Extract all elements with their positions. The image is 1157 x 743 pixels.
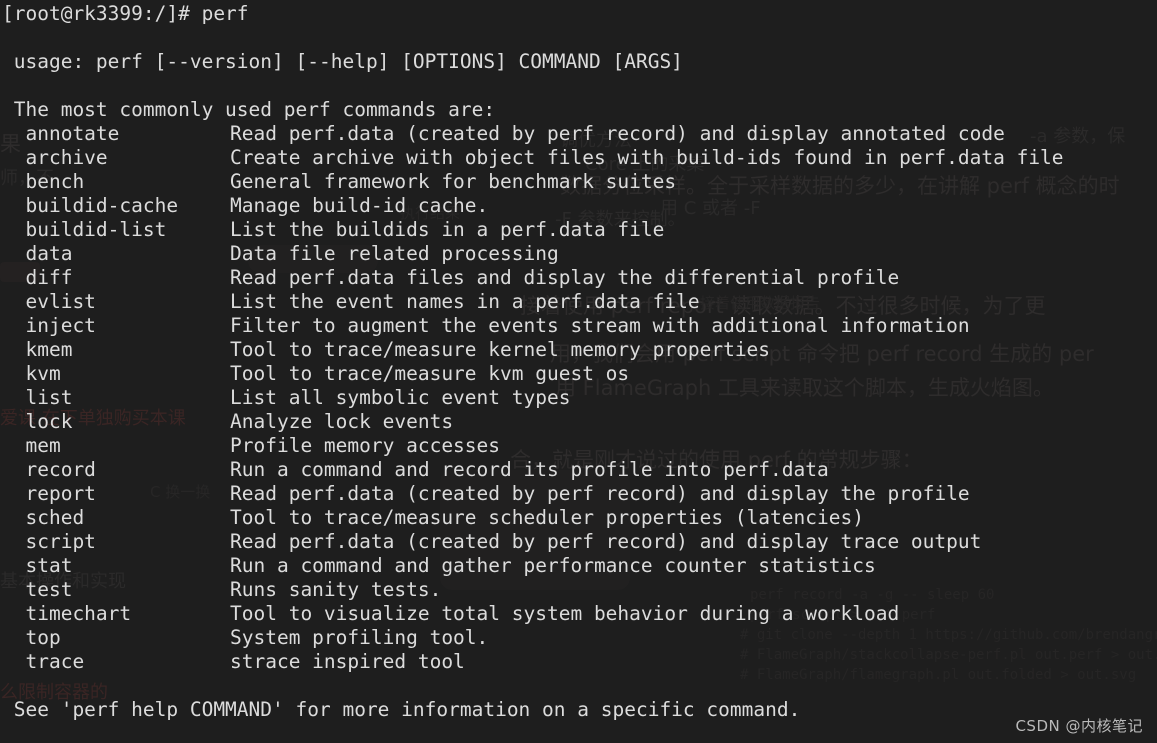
command-name: annotate (2, 122, 120, 145)
csdn-watermark: CSDN @内核笔记 (1015, 717, 1143, 735)
command-row: sched Tool to trace/measure scheduler pro… (2, 506, 864, 530)
command-description: List all symbolic event types (230, 386, 571, 409)
command-description: Create archive with object files with bu… (230, 146, 1064, 169)
command-name: kmem (2, 338, 73, 361)
command-name: list (2, 386, 73, 409)
command-row: record Run a command and record its profi… (2, 458, 829, 482)
command-name: bench (2, 170, 85, 193)
command-row: data Data file related processing (2, 242, 559, 266)
command-description: Data file related processing (230, 242, 559, 265)
command-description: Tool to trace/measure kvm guest os (230, 362, 630, 385)
command-name: report (2, 482, 96, 505)
terminal-window: 果师，不 调优方法 -a 参数，保 Core 上的采集 数据分位采样。全于采样数据的多少… (0, 0, 1157, 743)
usage-line: usage: perf [--version] [--help] [OPTION… (2, 50, 683, 73)
command-name: lock (2, 410, 73, 433)
command-row: inject Filter to augment the events strea… (2, 314, 970, 338)
command-name: inject (2, 314, 96, 337)
command-name: buildid-cache (2, 194, 179, 217)
command-row: archive Create archive with object files … (2, 146, 1064, 170)
command-name: trace (2, 650, 85, 673)
command-name: archive (2, 146, 108, 169)
command-row: lock Analyze lock events (2, 410, 453, 434)
command-row: diff Read perf.data files and display the… (2, 266, 899, 290)
command-description: Read perf.data (created by perf record) … (230, 530, 982, 553)
command-name: stat (2, 554, 73, 577)
command-row: annotate Read perf.data (created by perf … (2, 122, 1005, 146)
command-row: buildid-cache Manage build-id cache. (2, 194, 488, 218)
command-description: Tool to trace/measure kernel memory prop… (230, 338, 771, 361)
command-row: report Read perf.data (created by perf re… (2, 482, 970, 506)
command-row: list List all symbolic event types (2, 386, 570, 410)
command-description: Read perf.data (created by perf record) … (230, 482, 970, 505)
command-row: test Runs sanity tests. (2, 578, 441, 602)
command-description: Run a command and gather performance cou… (230, 554, 876, 577)
command-row: evlist List the event names in a perf.dat… (2, 290, 700, 314)
command-description: strace inspired tool (230, 650, 465, 673)
command-description: Tool to visualize total system behavior … (230, 602, 900, 625)
command-description: System profiling tool. (230, 626, 489, 649)
command-name: test (2, 578, 73, 601)
command-description: Analyze lock events (230, 410, 454, 433)
command-description: Filter to augment the events stream with… (230, 314, 970, 337)
command-name: timechart (2, 602, 132, 625)
command-row: timechart Tool to visualize total system … (2, 602, 899, 626)
command-description: Runs sanity tests. (230, 578, 442, 601)
command-row: kmem Tool to trace/measure kernel memory … (2, 338, 770, 362)
intro-line: The most commonly used perf commands are… (2, 98, 496, 121)
command-row: bench General framework for benchmark sui… (2, 170, 676, 194)
command-description: List the buildids in a perf.data file (230, 218, 665, 241)
prompt-line: [root@rk3399:/]# perf (2, 2, 249, 25)
command-name: record (2, 458, 96, 481)
command-row: stat Run a command and gather performance… (2, 554, 876, 578)
command-name: buildid-list (2, 218, 167, 241)
command-description: Profile memory accesses (230, 434, 501, 457)
command-row: kvm Tool to trace/measure kvm guest os (2, 362, 629, 386)
command-row: mem Profile memory accesses (2, 434, 500, 458)
command-name: kvm (2, 362, 61, 385)
command-name: evlist (2, 290, 96, 313)
command-name: top (2, 626, 61, 649)
command-name: diff (2, 266, 73, 289)
terminal-output: [root@rk3399:/]# perf usage: perf [--ver… (0, 0, 1157, 743)
command-row: trace strace inspired tool (2, 650, 465, 674)
footer-line: See 'perf help COMMAND' for more informa… (2, 698, 801, 721)
command-description: Tool to trace/measure scheduler properti… (230, 506, 864, 529)
command-description: List the event names in a perf.data file (230, 290, 700, 313)
command-description: Read perf.data (created by perf record) … (230, 122, 1005, 145)
command-name: sched (2, 506, 85, 529)
command-description: Run a command and record its profile int… (230, 458, 829, 481)
command-name: script (2, 530, 96, 553)
command-row: buildid-list List the buildids in a perf.… (2, 218, 664, 242)
command-name: mem (2, 434, 61, 457)
command-description: General framework for benchmark suites (230, 170, 677, 193)
command-row: script Read perf.data (created by perf re… (2, 530, 981, 554)
command-row: top System profiling tool. (2, 626, 488, 650)
command-description: Read perf.data files and display the dif… (230, 266, 900, 289)
command-name: data (2, 242, 73, 265)
command-description: Manage build-id cache. (230, 194, 489, 217)
